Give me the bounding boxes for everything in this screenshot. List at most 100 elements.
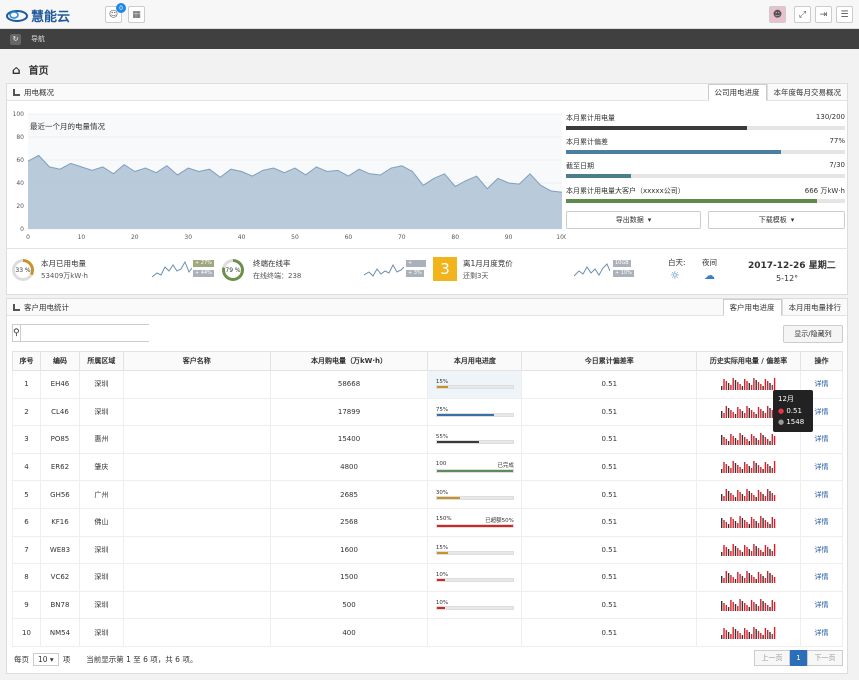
col-header[interactable]: 本月购电量（万kW·h） — [269, 351, 429, 371]
minibar — [738, 491, 741, 501]
per-page-select[interactable]: 10 ▾ — [33, 653, 59, 666]
ring-value: 79 % — [225, 262, 241, 278]
col-header[interactable]: 操作 — [800, 351, 843, 371]
minibar — [766, 546, 768, 556]
details-link[interactable]: 详情 — [815, 629, 829, 637]
col-header[interactable]: 历史实际用电量 / 偏差率 — [696, 351, 802, 371]
minibar — [768, 607, 771, 612]
cell-progress: 100 已完成 — [427, 452, 523, 482]
history-minichart[interactable] — [720, 431, 777, 446]
minibar — [722, 627, 725, 639]
minibar — [725, 405, 727, 418]
y-tick-label: 100 — [13, 111, 25, 118]
minibar — [757, 382, 759, 391]
cell-no: 4 — [12, 452, 41, 482]
minibar — [745, 381, 748, 391]
cell-amount: 400 — [269, 618, 429, 647]
minibar — [750, 385, 752, 391]
minibar — [766, 405, 768, 418]
menu-button[interactable]: ☰ — [836, 6, 853, 23]
prev-page-button[interactable]: 上一页 — [754, 650, 790, 666]
minibar — [738, 384, 741, 391]
history-minichart[interactable] — [720, 514, 777, 529]
inbox-button[interactable]: ▦ — [128, 6, 145, 23]
progress-pct: 55% — [435, 434, 449, 441]
minibar — [720, 634, 722, 639]
minibar — [741, 469, 743, 474]
minibar — [736, 547, 739, 556]
cell-no: 7 — [12, 535, 41, 565]
refresh-icon[interactable]: ↻ — [10, 33, 21, 45]
minibar — [722, 495, 725, 501]
details-link[interactable]: 详情 — [815, 573, 829, 581]
history-minichart[interactable] — [720, 404, 777, 418]
customers-table-wrap: 序号 编码 所属区域 客户名称 本月购电量（万kW·h） 本月用电进度 今日累计… — [12, 351, 843, 647]
col-header[interactable]: 今日累计偏差率 — [521, 351, 698, 371]
logo[interactable]: 慧能云 — [6, 6, 70, 25]
tab-company-progress[interactable]: 公司用电进度 — [707, 84, 767, 101]
cell-deviation: 0.51 — [521, 590, 698, 620]
history-minichart[interactable] — [720, 625, 777, 639]
minibar — [722, 379, 725, 391]
col-header[interactable]: 序号 — [12, 351, 41, 371]
nav-label[interactable]: 导航 — [31, 34, 45, 44]
search-input[interactable] — [20, 325, 198, 341]
minibar — [752, 494, 755, 501]
cell-deviation: 0.51 — [521, 535, 698, 565]
progress-pct: 15% — [435, 544, 449, 551]
col-header[interactable]: 编码 — [39, 351, 80, 371]
page-1-button[interactable]: 1 — [790, 650, 807, 666]
next-page-button[interactable]: 下一页 — [807, 650, 843, 666]
minibar — [745, 488, 748, 501]
details-link[interactable]: 详情 — [815, 408, 829, 416]
col-header[interactable]: 本月用电进度 — [427, 351, 523, 371]
search-box[interactable]: ⚲ — [12, 324, 198, 342]
history-minichart[interactable] — [720, 376, 777, 391]
minibar — [720, 601, 722, 612]
cell-code: VC62 — [39, 563, 80, 592]
col-header[interactable]: 客户名称 — [122, 351, 271, 371]
details-link[interactable]: 详情 — [815, 491, 829, 499]
fullscreen-button[interactable]: ⤢ — [794, 6, 811, 23]
notifications-button[interactable]: ☺ 0 — [105, 3, 126, 23]
history-minichart[interactable] — [720, 597, 777, 612]
tab-monthly-trade[interactable]: 本年度每月交易概况 — [766, 84, 848, 101]
per-page-value: 10 — [38, 655, 48, 664]
logout-button[interactable]: ⇥ — [815, 6, 832, 23]
history-minichart[interactable] — [720, 487, 777, 501]
cell-code: CL46 — [39, 397, 80, 427]
cell-progress: 15% — [427, 370, 523, 399]
tooltip-value: 0.51 — [786, 407, 802, 415]
minibar — [755, 463, 757, 474]
details-link[interactable]: 详情 — [815, 601, 829, 609]
progress-pct: 75% — [435, 406, 449, 413]
minibar — [755, 380, 757, 391]
minibar — [745, 405, 748, 418]
export-data-button[interactable]: 导出数据 ▾ — [566, 211, 701, 229]
cell-area: 深圳 — [78, 618, 124, 647]
details-link[interactable]: 详情 — [815, 435, 829, 443]
details-link[interactable]: 详情 — [815, 546, 829, 554]
chart-tooltip: 12月 ● 0.51 ● 1548 — [773, 390, 813, 432]
divider — [6, 248, 848, 249]
details-link[interactable]: 详情 — [815, 518, 829, 526]
history-minichart[interactable] — [720, 542, 777, 556]
cell-amount: 17899 — [269, 397, 429, 427]
minibar — [732, 602, 734, 612]
col-header[interactable]: 所属区域 — [78, 351, 124, 371]
history-minichart[interactable] — [720, 569, 777, 584]
cell-history — [696, 618, 802, 647]
table-header-row: 序号 编码 所属区域 客户名称 本月购电量（万kW·h） 本月用电进度 今日累计… — [12, 351, 843, 371]
toggle-columns-button[interactable]: 显示/隐藏列 — [783, 325, 843, 343]
history-minichart[interactable] — [720, 459, 777, 474]
tab-customer-progress[interactable]: 客户用电进度 — [722, 299, 782, 316]
cell-amount: 15400 — [269, 425, 429, 454]
tab-usage-ranking[interactable]: 本月用电量排行 — [781, 299, 848, 316]
details-link[interactable]: 详情 — [815, 463, 829, 471]
minibar — [722, 544, 725, 556]
details-link[interactable]: 详情 — [815, 380, 829, 388]
download-template-button[interactable]: 下载模板 ▾ — [708, 211, 845, 229]
caret-down-icon: ▾ — [647, 216, 652, 224]
avatar[interactable]: ☻ — [769, 6, 786, 23]
minibar — [757, 440, 759, 446]
